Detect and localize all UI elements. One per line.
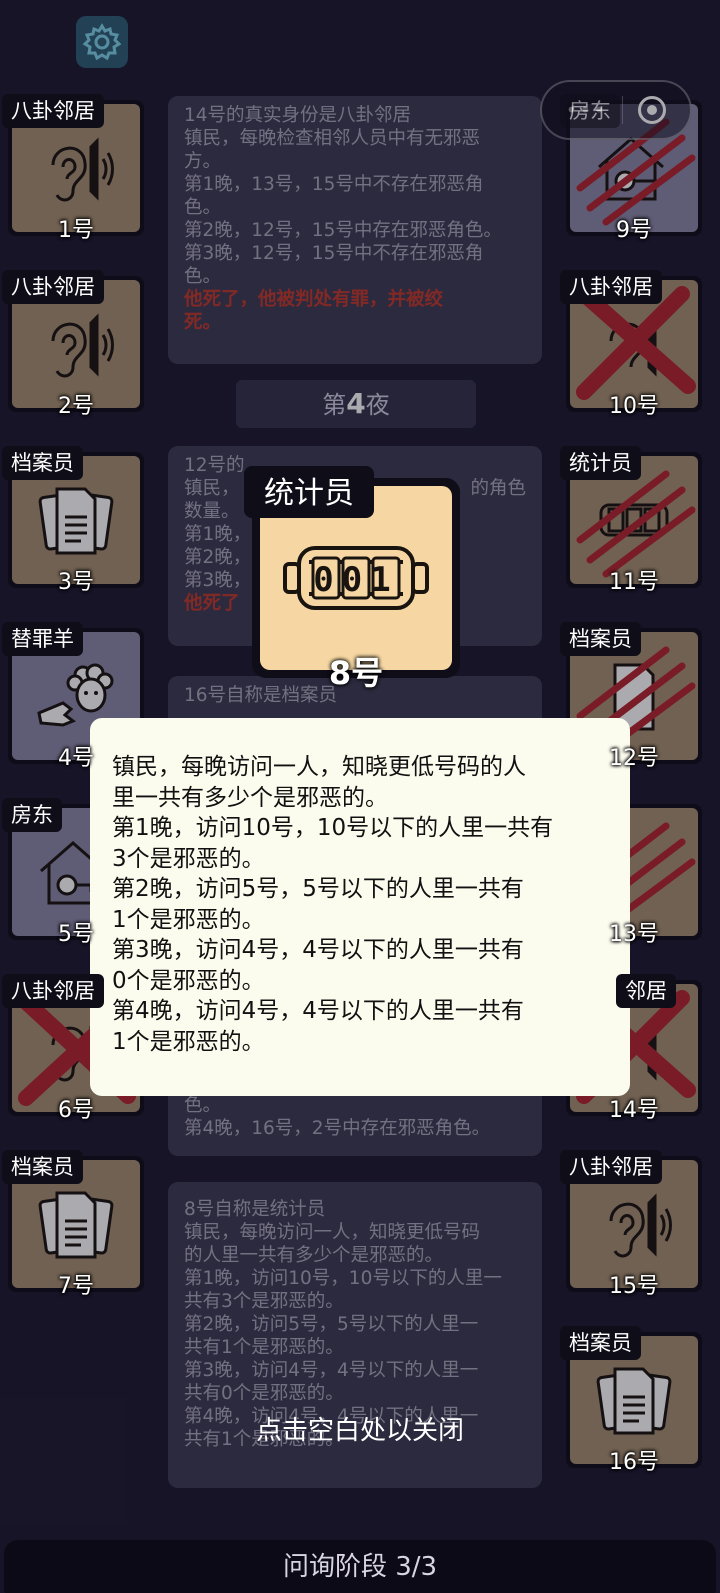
player-number: 5号 — [58, 922, 94, 947]
player-number: 3号 — [58, 570, 94, 595]
role-label: 房东 — [560, 94, 620, 128]
description-line: 第2晚，访问5号，5号以下的人里一共有 — [112, 876, 524, 902]
role-label: 房东 — [2, 798, 62, 832]
description-line: 3个是邪恶的。 — [112, 845, 265, 872]
selected-player-card: 001 统计员 8号 — [244, 466, 460, 692]
close-hint[interactable]: 点击空白处以关闭 — [0, 1410, 720, 1447]
role-label: 八卦邻居 — [560, 1150, 662, 1184]
player-number: 7号 — [58, 1274, 94, 1299]
player-number: 12号 — [609, 746, 659, 771]
player-number: 15号 — [609, 1274, 659, 1299]
player-number: 8号 — [328, 654, 384, 692]
description-line: 1个是邪恶的。 — [112, 906, 265, 933]
role-label: 八卦邻居 — [2, 94, 104, 128]
game-scene: 14号的真实身份是八卦邻居 镇民，每晚检查相邻人员中有无邪恶 方。 第1晚，13… — [0, 0, 720, 1593]
player-number: 4号 — [58, 746, 94, 771]
role-label: 八卦邻居 — [2, 270, 104, 304]
phase-status-bar: 问询阶段 3/3 — [4, 1540, 716, 1593]
role-label: 八卦邻居 — [2, 974, 104, 1008]
player-number: 1号 — [58, 218, 94, 243]
player-number: 2号 — [58, 394, 94, 419]
role-label: 档案员 — [560, 1326, 641, 1360]
role-label: 统计员 — [560, 446, 641, 480]
phase-label: 问询阶段 3/3 — [282, 1552, 438, 1582]
role-label: 档案员 — [2, 1150, 83, 1184]
player-number: 14号 — [609, 1098, 659, 1123]
role-label: 邻居 — [616, 974, 676, 1008]
description-line: 第1晚，访问10号，10号以下的人里一共有 — [112, 815, 554, 841]
role-label: 替罪羊 — [2, 622, 83, 656]
player-number: 9号 — [616, 218, 652, 243]
description-line: 镇民，每晚访问一人，知晓更低号码的人 — [112, 754, 526, 780]
role-label: 八卦邻居 — [560, 270, 662, 304]
description-line: 第4晚，访问4号，4号以下的人里一共有 — [112, 998, 524, 1024]
player-number: 16号 — [609, 1450, 659, 1475]
description-line: 第3晚，访问4号，4号以下的人里一共有 — [112, 937, 524, 963]
counter-digits: 001 — [313, 560, 398, 600]
player-number: 13号 — [609, 922, 659, 947]
role-label: 档案员 — [2, 446, 83, 480]
description-line: 1个是邪恶的。 — [112, 1028, 265, 1055]
role-label: 统计员 — [244, 466, 374, 518]
player-number: 11号 — [609, 570, 659, 595]
counter-icon: 001 — [283, 546, 429, 610]
description-line: 里一共有多少个是邪恶的。 — [112, 784, 388, 811]
role-label: 档案员 — [560, 622, 641, 656]
player-number: 10号 — [609, 394, 659, 419]
description-line: 0个是邪恶的。 — [112, 967, 265, 994]
player-number: 6号 — [58, 1098, 94, 1123]
role-description-popup: 镇民，每晚访问一人，知晓更低号码的人 里一共有多少个是邪恶的。 第1晚，访问10… — [90, 718, 630, 1096]
